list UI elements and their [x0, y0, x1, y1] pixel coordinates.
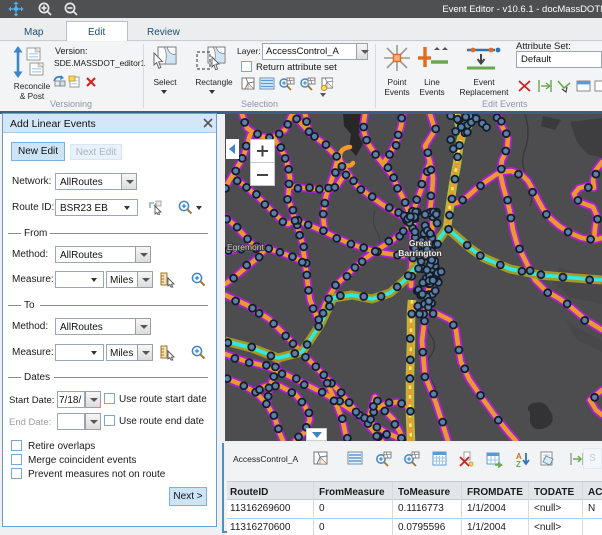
svg-text:Great: Great — [409, 238, 431, 248]
svg-text:Barrington: Barrington — [398, 248, 441, 258]
svg-text:Egremont: Egremont — [227, 242, 264, 252]
svg-text:Z: Z — [516, 460, 521, 468]
